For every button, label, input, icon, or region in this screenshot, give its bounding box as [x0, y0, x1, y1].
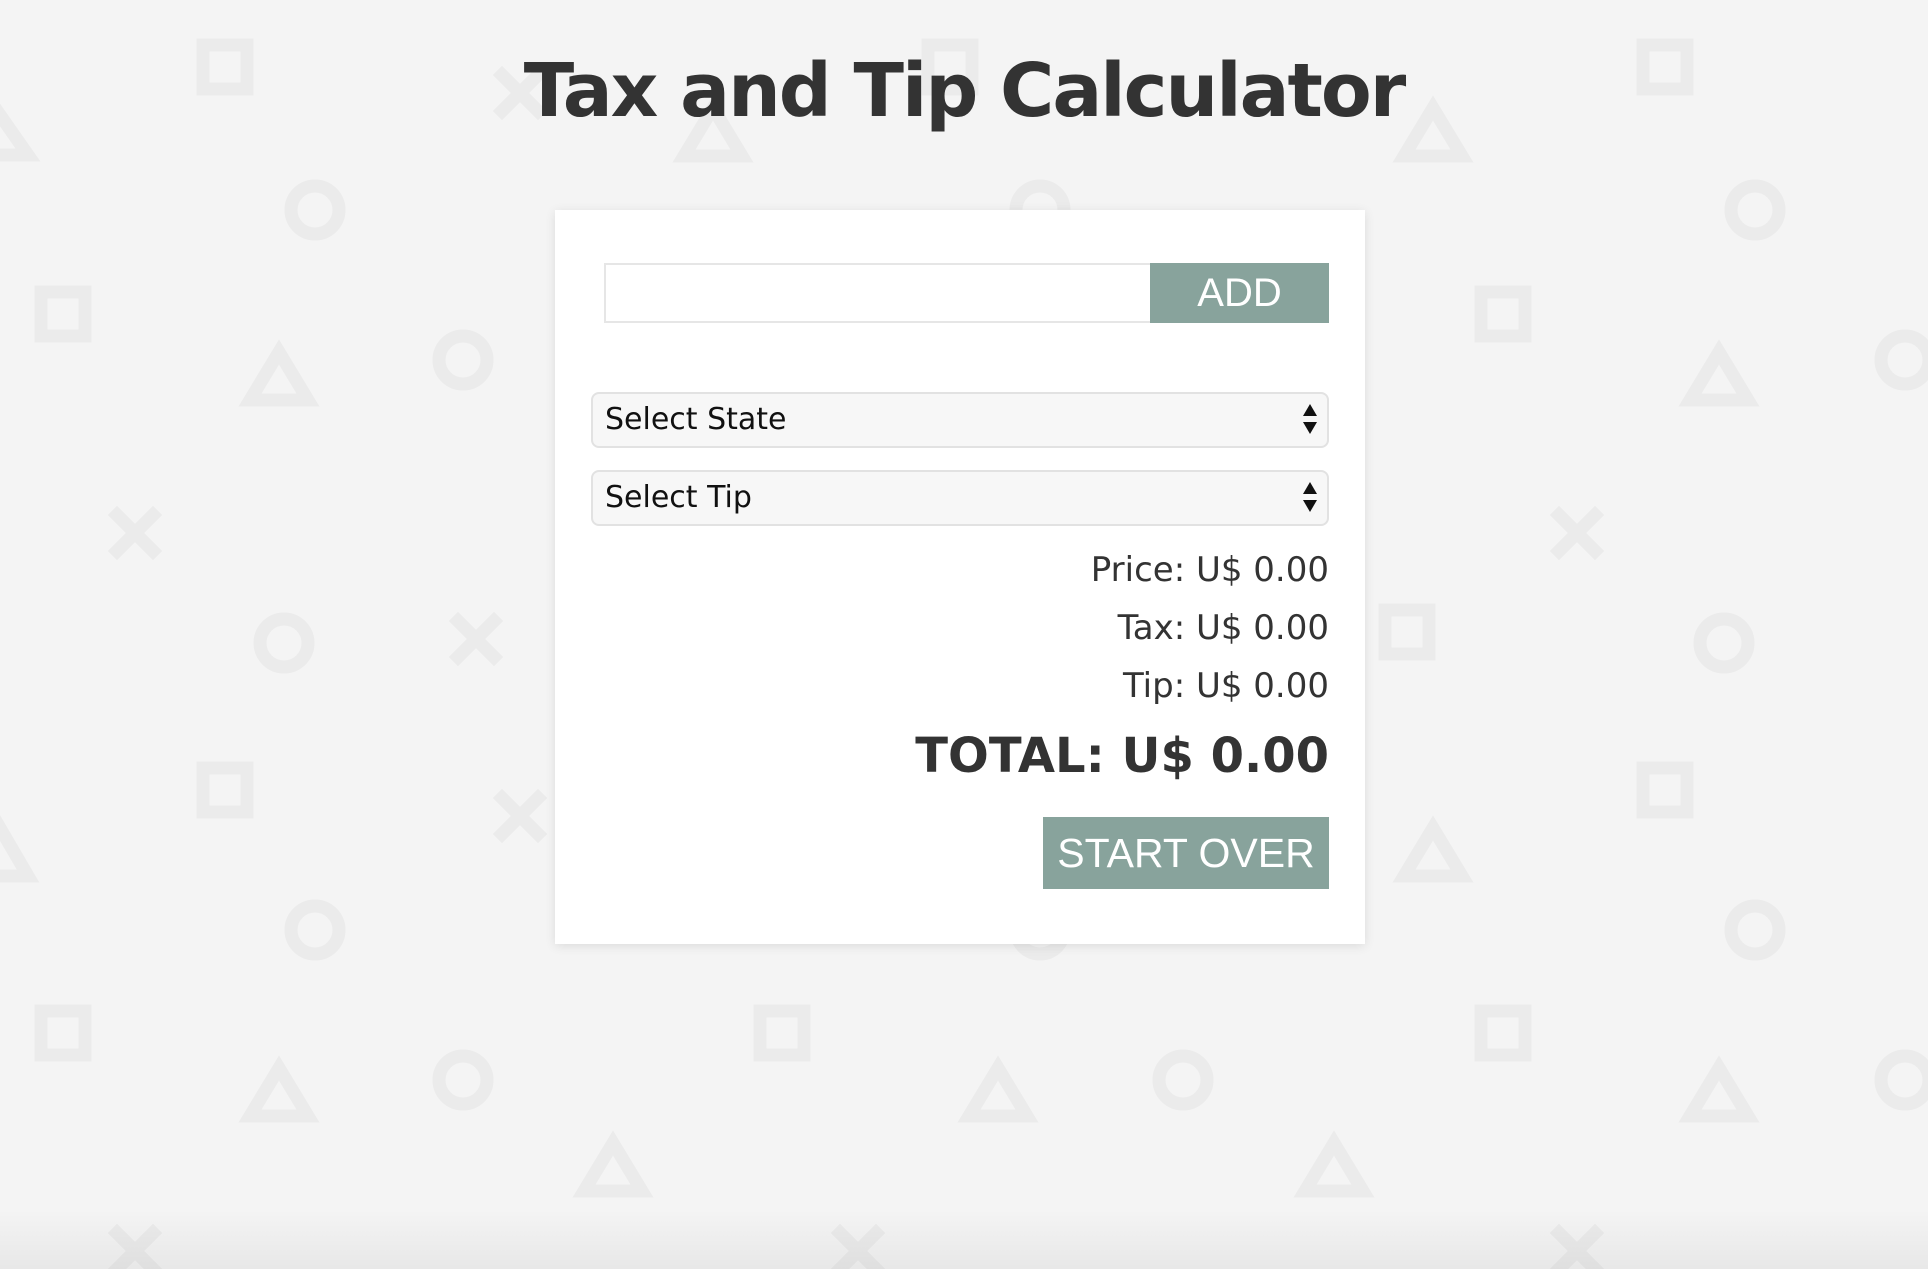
- price-input[interactable]: [604, 263, 1150, 323]
- circle-icon: [1874, 1049, 1928, 1111]
- square-icon: [34, 285, 92, 343]
- cross-icon: [1549, 505, 1605, 561]
- add-price-row: ADD: [604, 263, 1329, 323]
- price-summary: Price: U$ 0.00: [1091, 550, 1329, 590]
- total-value: U$ 0.00: [1121, 728, 1329, 784]
- page-title: Tax and Tip Calculator: [523, 48, 1406, 134]
- cross-icon: [448, 611, 504, 667]
- circle-icon: [284, 179, 346, 241]
- tip-select[interactable]: Select Tip: [591, 470, 1329, 526]
- start-over-button[interactable]: START OVER: [1043, 817, 1329, 889]
- add-button[interactable]: ADD: [1150, 263, 1329, 323]
- up-down-arrows-icon: [1303, 482, 1317, 512]
- state-select-value: Select State: [605, 402, 787, 437]
- triangle-icon: [1392, 815, 1474, 883]
- circle-icon: [1874, 329, 1928, 391]
- square-icon: [196, 761, 254, 819]
- bottom-shade: [0, 1209, 1928, 1269]
- total-summary: TOTAL: U$ 0.00: [915, 728, 1329, 784]
- triangle-icon: [1678, 1055, 1760, 1123]
- tip-summary: Tip: U$ 0.00: [1123, 666, 1329, 706]
- square-icon: [1474, 1004, 1532, 1062]
- square-icon: [1474, 285, 1532, 343]
- triangle-icon: [238, 1055, 320, 1123]
- square-icon: [753, 1004, 811, 1062]
- triangle-icon: [957, 1055, 1039, 1123]
- total-label: TOTAL:: [915, 728, 1105, 784]
- triangle-icon: [572, 1130, 654, 1198]
- cross-icon: [107, 505, 163, 561]
- square-icon: [1378, 603, 1436, 661]
- state-select[interactable]: Select State: [591, 392, 1329, 448]
- cross-icon: [492, 788, 548, 844]
- tax-value: U$ 0.00: [1195, 608, 1329, 648]
- circle-icon: [1724, 179, 1786, 241]
- circle-icon: [1152, 1049, 1214, 1111]
- up-down-arrows-icon: [1303, 404, 1317, 434]
- triangle-icon: [238, 339, 320, 407]
- tip-select-value: Select Tip: [605, 480, 752, 515]
- tip-label: Tip:: [1122, 666, 1186, 706]
- price-value: U$ 0.00: [1195, 550, 1329, 590]
- circle-icon: [432, 329, 494, 391]
- tip-value: U$ 0.00: [1195, 666, 1329, 706]
- circle-icon: [432, 1049, 494, 1111]
- circle-icon: [1693, 612, 1755, 674]
- tax-summary: Tax: U$ 0.00: [1118, 608, 1329, 648]
- circle-icon: [284, 899, 346, 961]
- price-label: Price:: [1090, 550, 1186, 590]
- circle-icon: [253, 612, 315, 674]
- calculator-card: ADD Select State Select Tip Price: U$ 0.…: [555, 210, 1365, 944]
- square-icon: [1636, 761, 1694, 819]
- square-icon: [34, 1004, 92, 1062]
- circle-icon: [1724, 899, 1786, 961]
- triangle-icon: [1678, 339, 1760, 407]
- triangle-icon: [1293, 1130, 1375, 1198]
- triangle-icon: [0, 815, 40, 883]
- tax-label: Tax:: [1117, 608, 1186, 648]
